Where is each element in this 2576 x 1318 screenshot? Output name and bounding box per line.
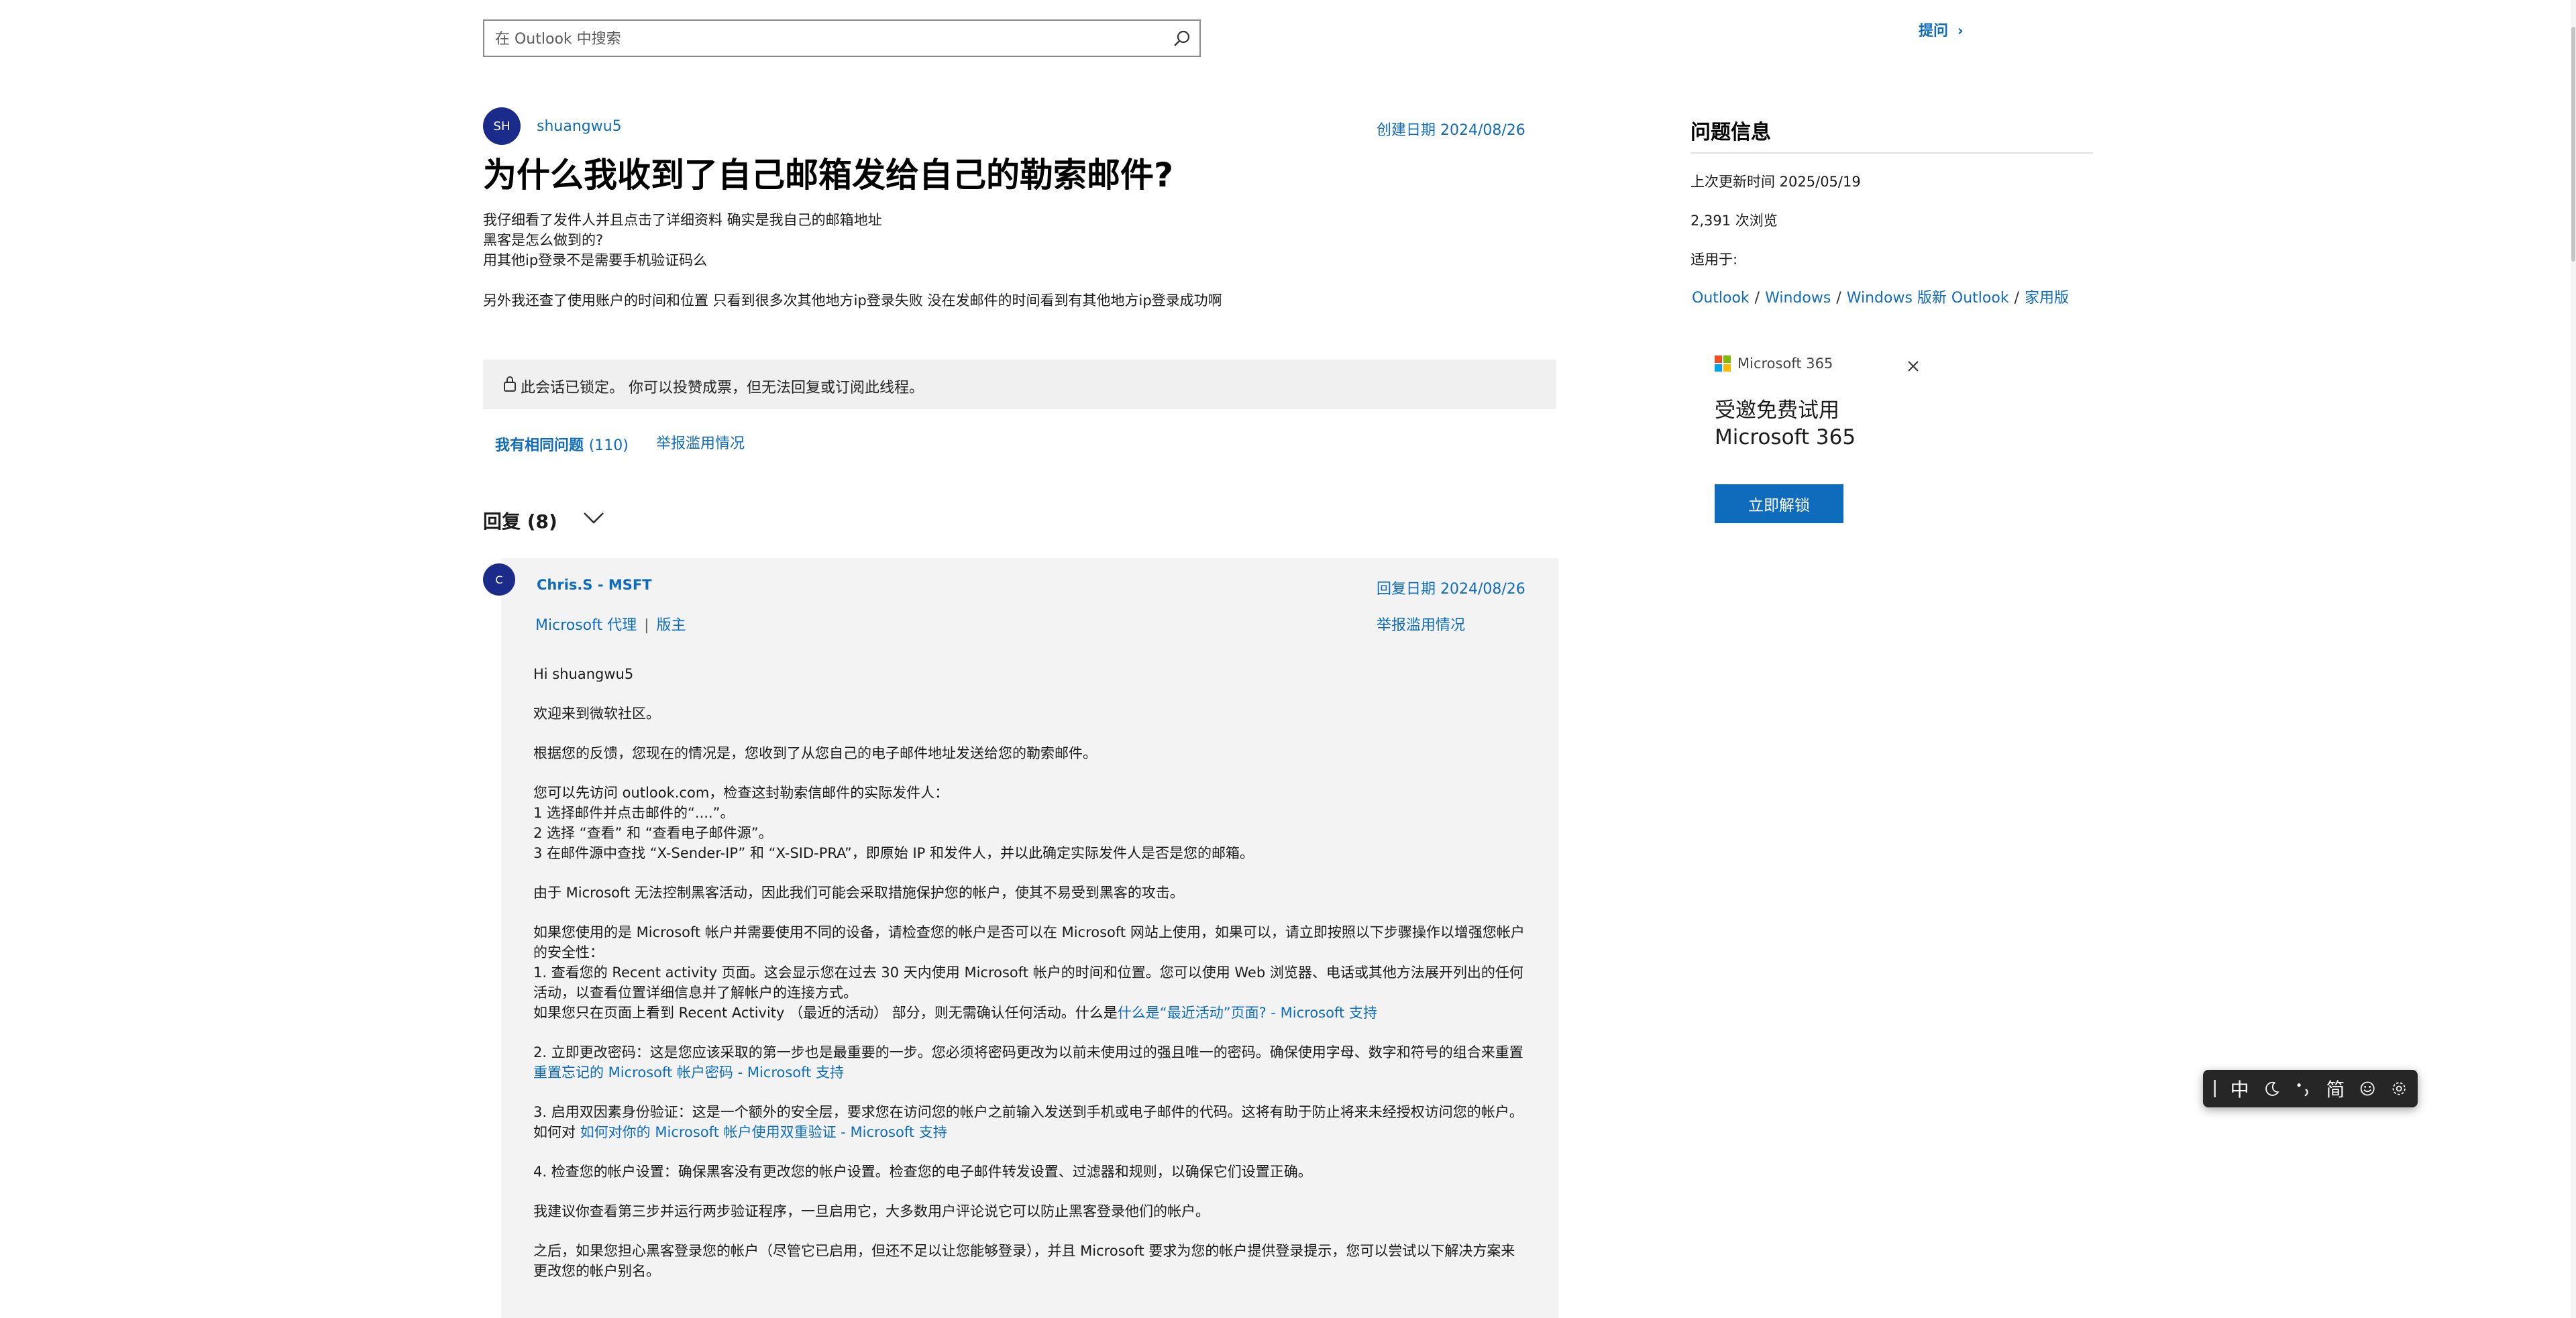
reply-paragraph: 我建议你查看第三步并运行两步验证程序，一旦启用它，大多数用户评论说它可以防止黑客…: [533, 1203, 1210, 1219]
applies-to-label: 适用于:: [1690, 252, 1738, 268]
reply-avatar[interactable]: C: [483, 563, 515, 596]
question-body: 我仔细看了发件人并且点击了详细资料 确实是我自己的邮箱地址 黑客是怎么做到的? …: [483, 210, 1556, 311]
reply-author-roles: Microsoft 代理 | 版主: [535, 613, 686, 635]
close-icon[interactable]: [1904, 357, 1923, 376]
reply-date: 回复日期 2024/08/26: [1377, 581, 1525, 598]
same-question-count: (110): [588, 437, 629, 454]
locked-text: 此会话已锁定。 你可以投赞成票，但无法回复或订阅此线程。: [521, 380, 924, 396]
question-line: 用其他ip登录不是需要手机验证码么: [483, 252, 708, 268]
reply-paragraph: 由于 Microsoft 无法控制黑客活动，因此我们可能会采取措施保护您的帐户，…: [533, 885, 1184, 901]
page-title: 为什么我收到了自己邮箱发给自己的勒索邮件?: [483, 156, 1174, 195]
reply-body: Hi shuangwu5 欢迎来到微软社区。 根据您的反馈，您现在的情况是，您收…: [533, 664, 1526, 1301]
microsoft-logo-icon: [1715, 355, 1731, 372]
reply-paragraph: 欢迎来到微软社区。: [533, 706, 660, 722]
reply-paragraph: 您可以先访问 outlook.com，检查这封勒索信邮件的实际发件人： 1 选择…: [533, 785, 1254, 861]
two-step-verification-link[interactable]: 如何对你的 Microsoft 帐户使用双重验证 - Microsoft 支持: [580, 1124, 947, 1140]
microsoft-365-brand: Microsoft 365: [1715, 355, 1833, 372]
ime-drag-handle[interactable]: [2214, 1080, 2216, 1097]
role-agent: Microsoft 代理: [535, 617, 637, 634]
reply-paragraph: 3. 启用双因素身份验证：这是一个额外的安全层，要求您在访问您的帐户之前输入发送…: [533, 1104, 1523, 1140]
scrollbar-thumb[interactable]: [2571, 27, 2575, 262]
reply-paragraph: 2. 立即更改密码：这是您应该采取的第一步也是最重要的一步。您必须将密码更改为以…: [533, 1044, 1523, 1081]
punctuation-icon[interactable]: [2295, 1079, 2311, 1098]
reply-paragraph: 根据您的反馈，您现在的情况是，您收到了从您自己的电子邮件地址发送给您的勒索邮件。: [533, 745, 1097, 761]
question-line: 黑客是怎么做到的?: [483, 232, 604, 248]
ask-label: 提问: [1919, 23, 1949, 40]
crumb-new-outlook[interactable]: Windows 版新 Outlook: [1847, 290, 2009, 307]
ad-headline: 受邀免费试用 Microsoft 365: [1715, 398, 1856, 449]
locked-notice: 此会话已锁定。 你可以投赞成票，但无法回复或订阅此线程。: [483, 360, 1556, 409]
replies-header: 回复 (8): [483, 510, 557, 533]
moon-icon[interactable]: [2264, 1079, 2280, 1098]
question-line: 另外我还查了使用账户的时间和位置 只看到很多次其他地方ip登录失败 没在发邮件的…: [483, 292, 1222, 309]
reset-password-link[interactable]: 重置忘记的 Microsoft 帐户密码 - Microsoft 支持: [533, 1064, 844, 1081]
role-divider: |: [644, 617, 649, 634]
chevron-down-icon[interactable]: [582, 510, 605, 526]
same-question-button[interactable]: 我有相同问题 (110): [495, 433, 629, 455]
question-author-link[interactable]: shuangwu5: [537, 118, 622, 135]
question-line: 我仔细看了发件人并且点击了详细资料 确实是我自己的邮箱地址: [483, 212, 882, 228]
view-count: 2,391 次浏览: [1690, 213, 1778, 229]
unlock-now-button[interactable]: 立即解锁: [1715, 484, 1843, 523]
ime-simplified[interactable]: 简: [2326, 1075, 2345, 1102]
ime-mode-chinese[interactable]: 中: [2231, 1075, 2249, 1102]
question-avatar[interactable]: SH: [483, 107, 521, 145]
crumb-home[interactable]: 家用版: [2025, 290, 2069, 307]
reply-report-abuse-link[interactable]: 举报滥用情况: [1377, 613, 1465, 635]
recent-activity-link[interactable]: 什么是“最近活动”页面? - Microsoft 支持: [1118, 1005, 1377, 1021]
created-date: 创建日期 2024/08/26: [1377, 122, 1525, 139]
crumb-outlook[interactable]: Outlook: [1692, 290, 1750, 307]
reply-paragraph: Hi shuangwu5: [533, 666, 634, 682]
ime-toolbar[interactable]: 中 简: [2203, 1070, 2418, 1107]
search-icon[interactable]: [1171, 28, 1193, 50]
crumb-windows[interactable]: Windows: [1765, 290, 1831, 307]
search-input[interactable]: [494, 21, 1161, 57]
reply-paragraph: 如果您使用的是 Microsoft 帐户并需要使用不同的设备，请检查您的帐户是否…: [533, 924, 1525, 1021]
last-updated: 上次更新时间 2025/05/19: [1690, 174, 1861, 190]
divider: [1690, 152, 2093, 154]
report-abuse-link[interactable]: 举报滥用情况: [656, 431, 745, 453]
reply-paragraph: 4. 检查您的帐户设置：确保黑客没有更改您的帐户设置。检查您的电子邮件转发设置、…: [533, 1164, 1312, 1180]
ask-question-link[interactable]: 提问 ›: [1919, 19, 1964, 40]
search-box[interactable]: [483, 19, 1201, 57]
reply-paragraph: 之后，如果您担心黑客登录您的帐户（尽管它已启用，但还不足以让您能够登录），并且 …: [533, 1243, 1515, 1279]
reply-author-link[interactable]: Chris.S - MSFT: [537, 577, 652, 593]
gear-icon[interactable]: [2391, 1079, 2407, 1098]
question-info-title: 问题信息: [1690, 121, 1771, 144]
applies-to-breadcrumb: Outlook / Windows / Windows 版新 Outlook / 家用版: [1692, 290, 2070, 307]
role-moderator: 版主: [656, 617, 686, 634]
lock-icon: [504, 376, 516, 392]
chevron-right-icon: ›: [1957, 23, 1964, 40]
emoji-icon[interactable]: [2359, 1079, 2375, 1098]
